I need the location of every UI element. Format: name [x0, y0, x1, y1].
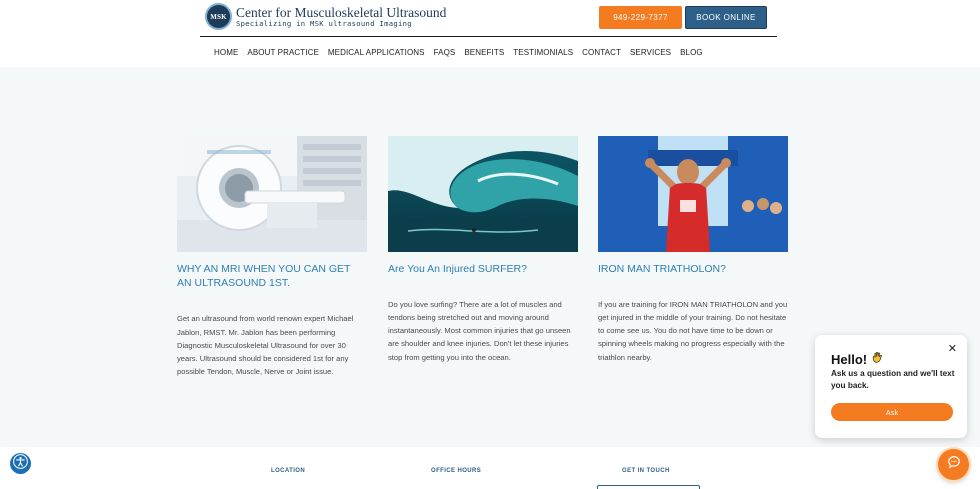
- book-online-button[interactable]: BOOK ONLINE: [685, 6, 767, 29]
- card-triathlon: IRON MAN TRIATHOLON? If you are training…: [598, 136, 788, 364]
- footer-contact-heading: GET IN TOUCH: [622, 468, 670, 474]
- nav-about-practice[interactable]: ABOUT PRACTICE: [247, 48, 319, 57]
- card-surfer: Are You An Injured SURFER? Do you love s…: [388, 136, 578, 364]
- footer-hours-heading: OFFICE HOURS: [431, 468, 482, 474]
- card-body: If you are training for IRON MAN TRIATHO…: [598, 299, 788, 362]
- site-header: MSK Center for Musculoskeletal Ultrasoun…: [0, 0, 980, 67]
- waving-hand-icon: [871, 351, 884, 367]
- chat-greeting: Hello!: [831, 351, 884, 367]
- logo-mark: MSK: [205, 3, 232, 30]
- accessibility-button[interactable]: [10, 453, 31, 474]
- surf-wave-image: [388, 136, 578, 252]
- nav-contact[interactable]: CONTACT: [582, 48, 621, 57]
- accessibility-icon: [13, 453, 28, 474]
- header-divider: [200, 36, 777, 37]
- chat-message: Ask us a question and we'll text you bac…: [831, 369, 955, 390]
- card-title[interactable]: IRON MAN TRIATHOLON?: [598, 263, 788, 277]
- phone-button[interactable]: 949-229-7377: [599, 6, 682, 29]
- logo-subtitle: Specializing in MSK ultrasound Imaging: [236, 19, 412, 29]
- site-logo[interactable]: MSK Center for Musculoskeletal Ultrasoun…: [205, 3, 446, 30]
- nav-home[interactable]: HOME: [214, 48, 238, 57]
- nav-benefits[interactable]: BENEFITS: [464, 48, 504, 57]
- mri-machine-image: [177, 136, 367, 252]
- logo-text: Center for Musculoskeletal Ultrasound Sp…: [236, 6, 446, 28]
- contact-form-field[interactable]: [597, 485, 700, 489]
- footer-location-heading: LOCATION: [271, 468, 306, 474]
- nav-blog[interactable]: BLOG: [680, 48, 703, 57]
- nav-medical-applications[interactable]: MEDICAL APPLICATIONS: [328, 48, 425, 57]
- nav-services[interactable]: SERVICES: [630, 48, 671, 57]
- logo-mark-text: MSK: [210, 12, 227, 21]
- card-body: Do you love surfing? There are a lot of …: [388, 299, 571, 362]
- card-body: Get an ultrasound from world renown expe…: [177, 314, 354, 377]
- chat-greeting-text: Hello!: [831, 351, 868, 367]
- logo-title: Center for Musculoskeletal Ultrasound: [236, 4, 447, 20]
- chat-launcher-button[interactable]: [938, 449, 969, 480]
- card-title[interactable]: WHY AN MRI WHEN YOU CAN GET AN ULTRASOUN…: [177, 263, 367, 290]
- nav-faqs[interactable]: FAQS: [434, 48, 456, 57]
- main-nav: HOME ABOUT PRACTICE MEDICAL APPLICATIONS…: [214, 48, 703, 57]
- card-title[interactable]: Are You An Injured SURFER?: [388, 263, 578, 277]
- triathlete-image: [598, 136, 788, 252]
- close-icon[interactable]: ✕: [948, 344, 957, 355]
- chat-popup: ✕ Hello! Ask us a question and we'll tex…: [815, 335, 967, 438]
- chat-ask-button[interactable]: Ask: [831, 403, 953, 421]
- nav-testimonials[interactable]: TESTIMONIALS: [513, 48, 573, 57]
- site-footer: LOCATION OFFICE HOURS GET IN TOUCH: [0, 447, 980, 489]
- card-mri: WHY AN MRI WHEN YOU CAN GET AN ULTRASOUN…: [177, 136, 367, 379]
- chat-bubble-icon: [947, 455, 961, 474]
